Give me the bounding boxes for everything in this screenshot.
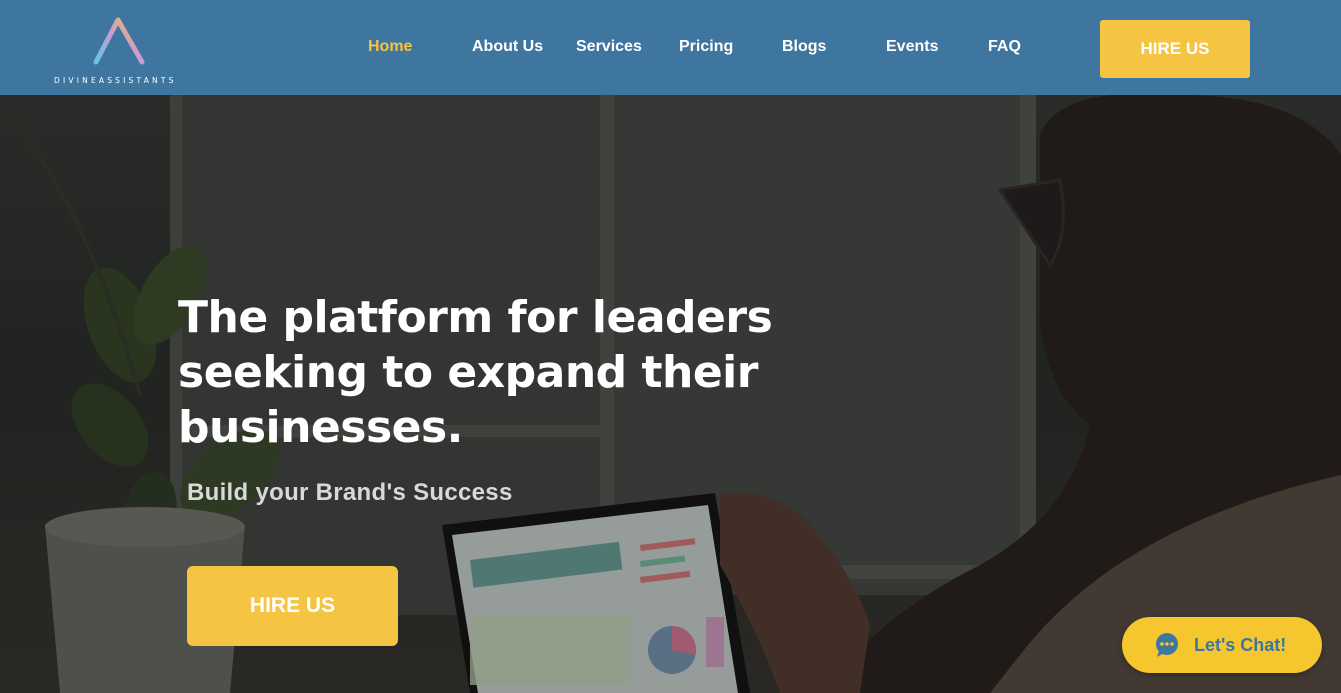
chat-button[interactable]: Let's Chat!	[1122, 617, 1322, 673]
hero-title: The platform for leaders seeking to expa…	[178, 292, 773, 453]
nav-services[interactable]: Services	[576, 38, 642, 56]
chat-label: Let's Chat!	[1194, 634, 1287, 655]
hero-hire-us-button[interactable]: HIRE US	[187, 566, 398, 646]
nav-about-us[interactable]: About Us	[472, 38, 543, 56]
nav-events[interactable]: Events	[886, 38, 938, 56]
brand-logo[interactable]: DIVINEASSISTANTS	[52, 16, 187, 88]
logo-text: DIVINEASSISTANTS	[54, 76, 177, 85]
nav-pricing[interactable]: Pricing	[679, 38, 733, 56]
site-header: DIVINEASSISTANTS Home About Us Services …	[0, 0, 1341, 95]
chat-bubble-icon	[1156, 633, 1178, 657]
nav-home[interactable]: Home	[368, 38, 412, 56]
header-hire-us-button[interactable]: HIRE US	[1100, 20, 1250, 78]
nav-blogs[interactable]: Blogs	[782, 38, 826, 56]
nav-faq[interactable]: FAQ	[988, 38, 1021, 56]
hero-section: The platform for leaders seeking to expa…	[0, 95, 1341, 693]
hero-subtitle: Build your Brand's Success	[187, 479, 513, 506]
logo-triangle-icon	[93, 17, 145, 65]
